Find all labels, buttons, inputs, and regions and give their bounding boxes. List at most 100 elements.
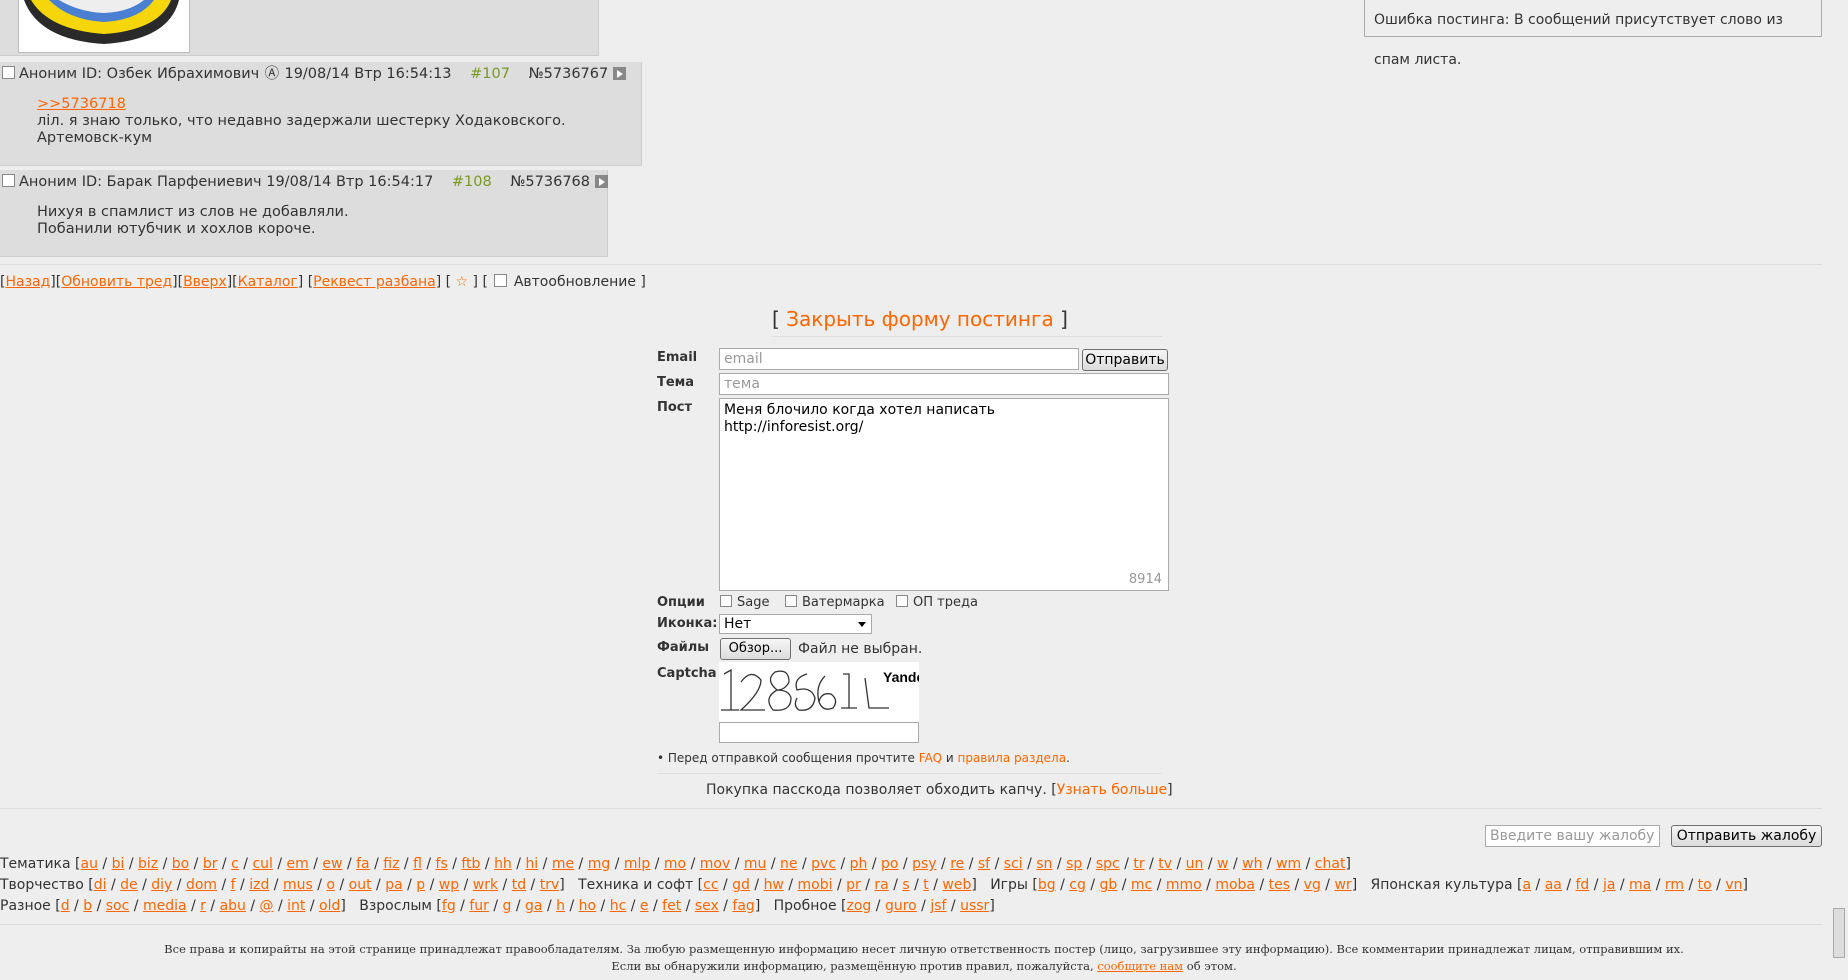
autoupdate-checkbox[interactable] — [494, 274, 508, 287]
board-link[interactable]: wr — [1334, 877, 1351, 893]
board-link[interactable]: hc — [610, 898, 627, 914]
board-link[interactable]: hi — [525, 856, 538, 872]
browse-button[interactable]: Обзор... — [720, 638, 791, 660]
board-link[interactable]: fg — [442, 898, 456, 914]
board-link[interactable]: br — [203, 856, 218, 872]
board-link[interactable]: guro — [885, 898, 917, 914]
board-link[interactable]: mc — [1131, 877, 1152, 893]
board-link[interactable]: ho — [579, 898, 596, 914]
board-link[interactable]: fl — [413, 856, 422, 872]
board-link[interactable]: out — [349, 877, 372, 893]
reply-link[interactable]: >>5736718 — [37, 96, 126, 112]
board-link[interactable]: diy — [151, 877, 172, 893]
captcha-input[interactable] — [719, 722, 919, 743]
board-link[interactable]: zog — [847, 898, 872, 914]
board-link[interactable]: gd — [732, 877, 750, 893]
watermark-option[interactable]: Ватермарка — [785, 595, 885, 610]
board-link[interactable]: o — [326, 877, 335, 893]
board-link[interactable]: ma — [1629, 877, 1651, 893]
board-link[interactable]: b — [83, 898, 92, 914]
rules-link[interactable]: правила раздела — [957, 751, 1066, 765]
post-number[interactable]: №5736768 — [510, 174, 590, 190]
board-link[interactable]: wm — [1276, 856, 1301, 872]
board-link[interactable]: ne — [780, 856, 798, 872]
board-link[interactable]: bo — [172, 856, 189, 872]
op-checkbox[interactable] — [896, 595, 908, 607]
board-link[interactable]: di — [94, 877, 107, 893]
board-link[interactable]: ussr — [960, 898, 989, 914]
board-link[interactable]: wp — [439, 877, 459, 893]
board-link[interactable]: to — [1698, 877, 1712, 893]
board-link[interactable]: mobi — [798, 877, 833, 893]
post-select-checkbox[interactable] — [2, 66, 15, 79]
board-link[interactable]: ra — [874, 877, 888, 893]
board-link[interactable]: fa — [356, 856, 370, 872]
board-link[interactable]: jsf — [930, 898, 946, 914]
favorite-star-icon[interactable]: ☆ — [456, 274, 469, 290]
email-field[interactable]: email — [719, 348, 1079, 370]
board-link[interactable]: wh — [1242, 856, 1262, 872]
board-link[interactable]: td — [512, 877, 526, 893]
board-link[interactable]: w — [1217, 856, 1228, 872]
board-link[interactable]: sp — [1066, 856, 1082, 872]
close-form-link[interactable]: Закрыть форму постинга — [786, 307, 1054, 331]
board-link[interactable]: fiz — [383, 856, 399, 872]
board-link[interactable]: web — [942, 877, 971, 893]
board-link[interactable]: ew — [322, 856, 342, 872]
board-link[interactable]: tes — [1269, 877, 1290, 893]
scrollbar-thumb[interactable] — [1833, 908, 1845, 958]
board-link[interactable]: d — [61, 898, 70, 914]
board-link[interactable]: un — [1186, 856, 1204, 872]
board-link[interactable]: h — [556, 898, 565, 914]
board-link[interactable]: abu — [220, 898, 246, 914]
board-link[interactable]: old — [319, 898, 340, 914]
nav-refresh-link[interactable]: Обновить тред — [61, 274, 172, 290]
board-link[interactable]: gb — [1100, 877, 1118, 893]
board-link[interactable]: a — [1522, 877, 1531, 893]
post-number[interactable]: №5736767 — [529, 66, 609, 82]
board-link[interactable]: sn — [1036, 856, 1052, 872]
board-link[interactable]: biz — [138, 856, 158, 872]
report-link[interactable]: сообщите нам — [1097, 959, 1183, 973]
board-link[interactable]: me — [552, 856, 574, 872]
board-link[interactable]: ga — [525, 898, 542, 914]
board-link[interactable]: mlp — [624, 856, 650, 872]
post-select-checkbox[interactable] — [2, 174, 15, 187]
nav-back-link[interactable]: Назад — [5, 274, 50, 290]
submit-button[interactable]: Отправить — [1082, 349, 1168, 371]
board-link[interactable]: de — [120, 877, 138, 893]
board-link[interactable]: fd — [1576, 877, 1590, 893]
board-link[interactable]: em — [287, 856, 309, 872]
board-link[interactable]: mg — [588, 856, 611, 872]
sage-option[interactable]: Sage — [720, 595, 769, 610]
board-link[interactable]: bi — [112, 856, 125, 872]
board-link[interactable]: izd — [249, 877, 269, 893]
board-link[interactable]: c — [231, 856, 239, 872]
board-link[interactable]: sex — [695, 898, 719, 914]
board-link[interactable]: soc — [106, 898, 130, 914]
board-link[interactable]: mus — [283, 877, 313, 893]
board-link[interactable]: e — [640, 898, 649, 914]
captcha-image[interactable]: Yandex — [719, 662, 932, 722]
expand-arrow-icon[interactable] — [594, 175, 608, 188]
board-link[interactable]: au — [81, 856, 98, 872]
subject-field[interactable]: тема — [719, 373, 1169, 395]
board-link[interactable]: pvc — [811, 856, 836, 872]
board-link[interactable]: @ — [260, 898, 274, 914]
board-link[interactable]: fs — [436, 856, 448, 872]
nav-up-link[interactable]: Вверх — [183, 274, 227, 290]
post-textarea[interactable]: Меня блочило когда хотел написать http:/… — [719, 398, 1169, 591]
board-link[interactable]: trv — [540, 877, 560, 893]
board-link[interactable]: s — [902, 877, 909, 893]
board-link[interactable]: pr — [846, 877, 861, 893]
board-link[interactable]: ph — [850, 856, 868, 872]
board-link[interactable]: cul — [252, 856, 272, 872]
board-link[interactable]: fag — [732, 898, 754, 914]
board-link[interactable]: sci — [1004, 856, 1023, 872]
board-link[interactable]: sf — [978, 856, 990, 872]
board-link[interactable]: aa — [1545, 877, 1562, 893]
watermark-checkbox[interactable] — [785, 595, 797, 607]
board-link[interactable]: moba — [1215, 877, 1255, 893]
board-link[interactable]: spc — [1096, 856, 1120, 872]
board-link[interactable]: vg — [1304, 877, 1321, 893]
